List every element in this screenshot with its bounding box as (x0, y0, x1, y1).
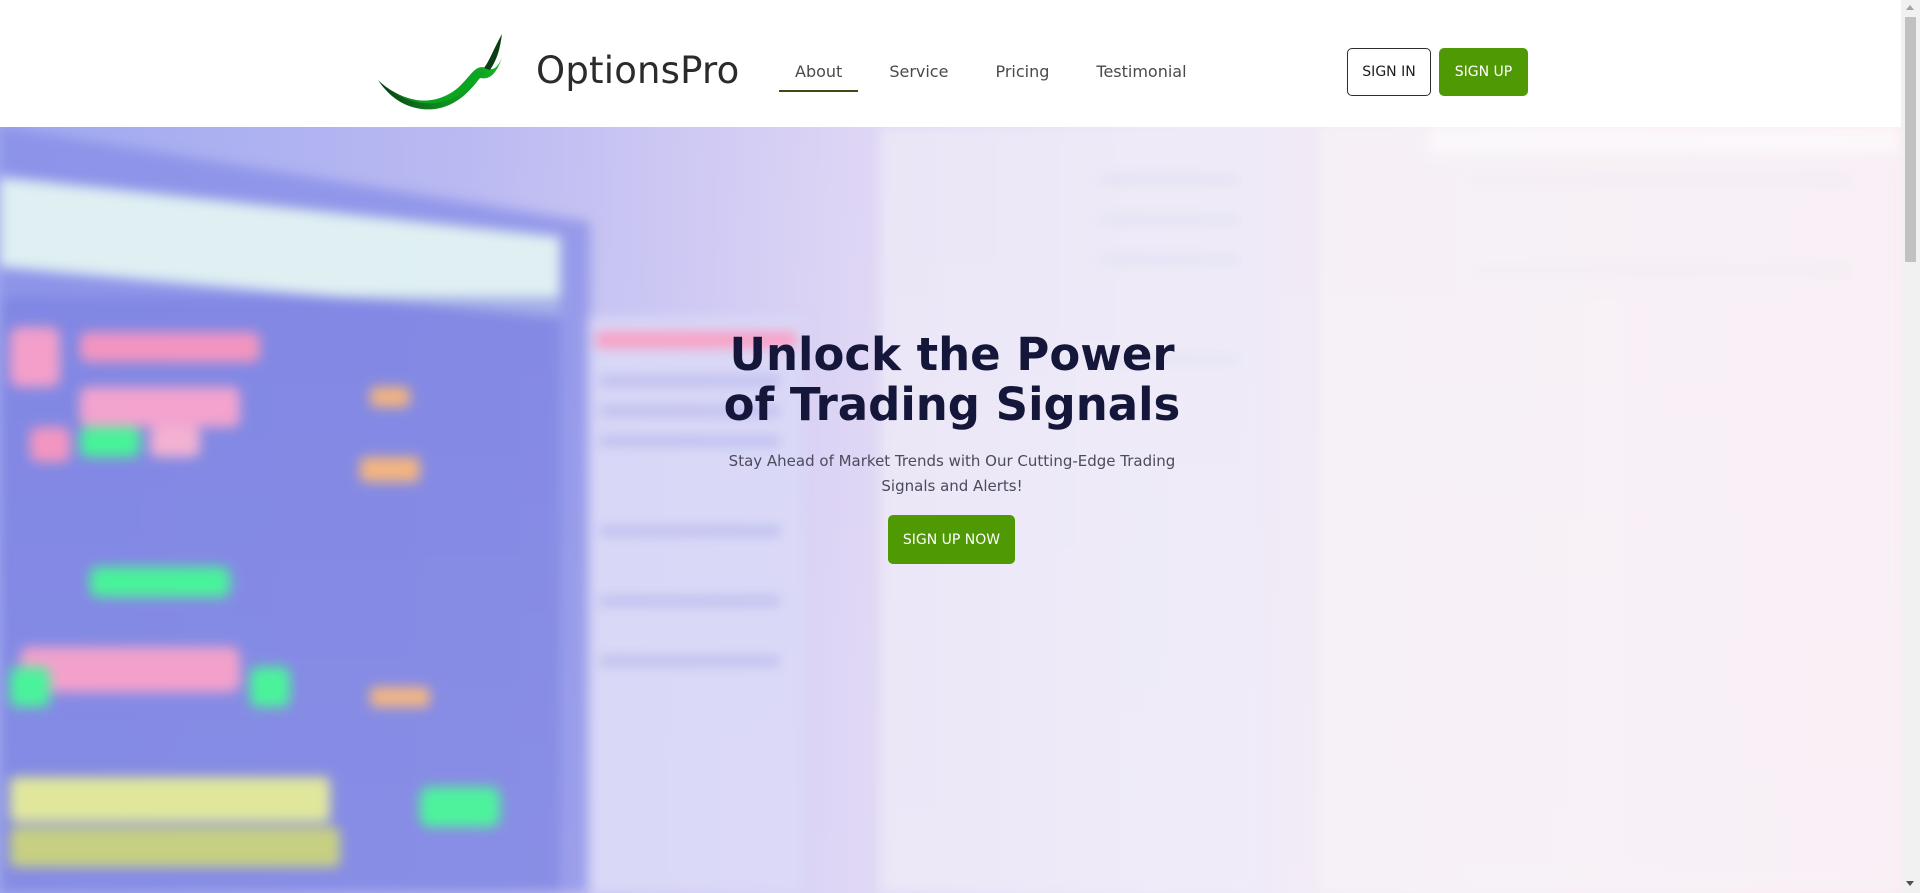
scroll-down-arrow-icon[interactable] (1906, 881, 1914, 886)
page-scrollbar[interactable] (1901, 0, 1920, 893)
nav-item-service[interactable]: Service (873, 56, 964, 92)
sign-up-button[interactable]: SIGN UP (1439, 48, 1528, 96)
nav-item-testimonial[interactable]: Testimonial (1080, 56, 1202, 92)
main-nav: About Service Pricing Testimonial (779, 56, 1218, 92)
scroll-up-arrow-icon[interactable] (1906, 5, 1914, 10)
nav-item-pricing[interactable]: Pricing (979, 56, 1065, 92)
hero-subtitle: Stay Ahead of Market Trends with Our Cut… (728, 452, 1176, 495)
hero-title: Unlock the Power of Trading Signals (700, 330, 1204, 430)
sign-up-now-button[interactable]: SIGN UP NOW (888, 515, 1015, 564)
site-header: OptionsPro About Service Pricing Testimo… (0, 0, 1901, 127)
hero-title-line-1: Unlock the Power (729, 328, 1175, 381)
hero-overlay (0, 127, 1901, 893)
nav-item-about[interactable]: About (779, 56, 859, 92)
scroll-thumb[interactable] (1905, 17, 1916, 262)
brand-name: OptionsPro (536, 48, 740, 92)
brand-logo[interactable]: OptionsPro (376, 30, 739, 114)
hero-section: Unlock the Power of Trading Signals Stay… (0, 127, 1901, 893)
hero-title-line-2: of Trading Signals (723, 378, 1181, 431)
sign-in-button[interactable]: SIGN IN (1347, 48, 1431, 96)
swoosh-logo-icon (378, 34, 502, 110)
